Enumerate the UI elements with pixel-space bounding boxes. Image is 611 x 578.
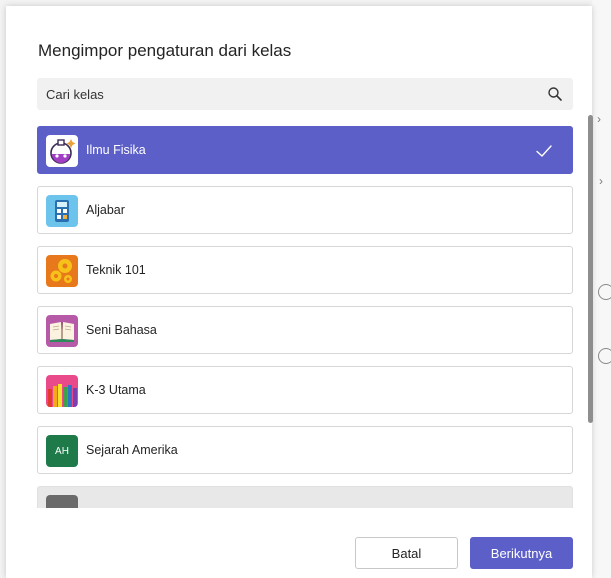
science-flask-icon (46, 135, 78, 167)
calculator-icon (46, 195, 78, 227)
class-item-label: K-3 Utama (86, 383, 146, 397)
class-item-label: Ilmu Fisika (86, 143, 146, 157)
background-radio-icon (598, 284, 611, 300)
dialog-title: Mengimpor pengaturan dari kelas (38, 41, 292, 60)
checkmark-icon (536, 145, 552, 157)
class-item-ilmu-fisika[interactable]: Ilmu Fisika (37, 126, 573, 174)
import-settings-dialog: Mengimpor pengaturan dari kelas Cari kel… (6, 6, 592, 578)
class-avatar-icon (46, 495, 78, 508)
list-scrollbar[interactable] (588, 115, 593, 423)
open-book-icon (46, 315, 78, 347)
class-item-aljabar[interactable]: Aljabar (37, 186, 573, 234)
avatar-initials: AH (46, 435, 78, 467)
search-icon[interactable] (547, 86, 563, 102)
background-radio-icon (598, 348, 611, 364)
class-item-label: Aljabar (86, 203, 125, 217)
class-item-teknik-101[interactable]: Teknik 101 (37, 246, 573, 294)
class-item-label: Sejarah Amerika (86, 443, 178, 457)
class-item-label: Seni Bahasa (86, 323, 157, 337)
colored-pencils-icon (46, 375, 78, 407)
background-glyph: › (599, 174, 603, 188)
search-input[interactable]: Cari kelas (37, 78, 573, 110)
class-item-seni-bahasa[interactable]: Seni Bahasa (37, 306, 573, 354)
next-button[interactable]: Berikutnya (470, 537, 573, 569)
initials-avatar: AH (46, 435, 78, 467)
background-page-edge: › › (592, 0, 611, 578)
class-item-sejarah-amerika[interactable]: AH Sejarah Amerika (37, 426, 573, 474)
class-item-partially-visible[interactable] (37, 486, 573, 508)
cancel-button[interactable]: Batal (355, 537, 458, 569)
class-item-k3-utama[interactable]: K-3 Utama (37, 366, 573, 414)
class-item-label: Teknik 101 (86, 263, 146, 277)
background-glyph: › (597, 112, 601, 126)
class-list: Ilmu Fisika Aljabar Teknik 101 Seni Baha… (37, 126, 573, 508)
search-placeholder: Cari kelas (46, 87, 104, 102)
gears-icon (46, 255, 78, 287)
